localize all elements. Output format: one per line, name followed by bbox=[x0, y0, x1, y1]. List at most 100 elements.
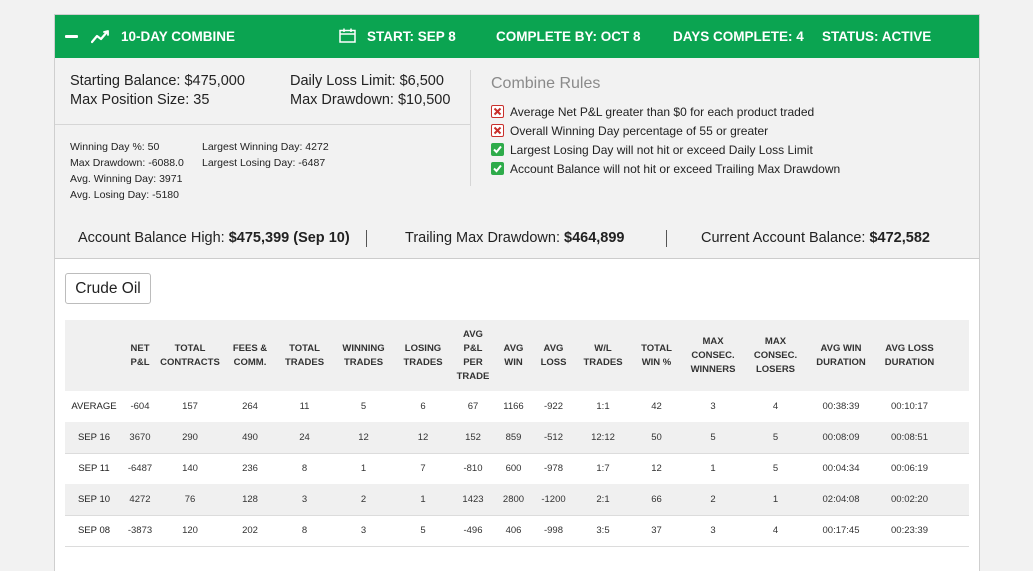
rule-text: Largest Losing Day will not hit or excee… bbox=[510, 143, 813, 157]
cell-wl-trades: 2:1 bbox=[596, 494, 610, 505]
column-header-text: TOTAL bbox=[641, 342, 672, 354]
column-header-text: AVG bbox=[503, 342, 524, 354]
cell-total-win-pct: 50 bbox=[651, 432, 662, 443]
cell-fees-comm: 236 bbox=[242, 463, 258, 474]
cell-losing-trades: 12 bbox=[417, 432, 429, 443]
column-header-text: AVG WIN bbox=[820, 342, 862, 354]
divider bbox=[366, 230, 367, 247]
cell-winning-trades: 5 bbox=[360, 401, 367, 412]
cell-date: SEP 08 bbox=[77, 525, 111, 536]
column-header-text: CONSEC. bbox=[691, 349, 735, 361]
cell-wl-trades: 1:7 bbox=[596, 463, 610, 474]
cell-avg-loss: -978 bbox=[543, 463, 563, 474]
cell-total-contracts: 76 bbox=[184, 494, 196, 505]
cell-net-pl: -604 bbox=[130, 401, 150, 412]
column-header-text: AVG bbox=[543, 342, 564, 354]
column-header-text: P&L bbox=[130, 356, 150, 368]
cell-avg-loss: -998 bbox=[543, 525, 563, 536]
column-header-text: TRADES bbox=[284, 356, 325, 368]
check-icon bbox=[491, 162, 504, 175]
trend-chart-icon bbox=[91, 30, 109, 44]
winning-day-pct: Winning Day %: 50 bbox=[70, 141, 160, 153]
table-row: SEP 11 -6487 140 236 8 1 7 -810 600 -978 1:7 12 1 5 00… bbox=[65, 453, 969, 485]
cell-avg-loss: -922 bbox=[543, 401, 563, 412]
rule-item: Average Net P&L greater than $0 for each… bbox=[491, 105, 814, 119]
column-header-total-trades: TOTAL TRADES bbox=[277, 320, 332, 391]
cell-net-pl: 4272 bbox=[129, 494, 151, 505]
cell-wl-trades: 1:1 bbox=[596, 401, 610, 412]
fail-x-icon bbox=[491, 124, 504, 137]
trailing-value: $464,899 bbox=[564, 230, 625, 246]
combine-title: 10-DAY COMBINE bbox=[121, 29, 236, 44]
column-header-text: LOSERS bbox=[755, 363, 796, 375]
cell-avg-win: 859 bbox=[505, 432, 522, 443]
column-header-text: MAX bbox=[764, 335, 787, 347]
cell-date: SEP 10 bbox=[77, 494, 111, 505]
daily-loss-limit: Daily Loss Limit: $6,500 bbox=[290, 73, 444, 89]
column-header-text: FEES & bbox=[232, 342, 268, 354]
max-position-size: Max Position Size: 35 bbox=[70, 92, 210, 108]
column-header-text: TRADES bbox=[343, 356, 384, 368]
cell-max-consec-losers: 4 bbox=[772, 401, 779, 412]
column-header-avg-win-duration: AVG WIN DURATION bbox=[807, 320, 875, 391]
combine-rules-title: Combine Rules bbox=[491, 75, 601, 92]
cell-date: AVERAGE bbox=[71, 401, 117, 412]
cell-avg-win-duration: 00:04:34 bbox=[822, 463, 860, 474]
largest-losing-day: Largest Losing Day: -6487 bbox=[202, 157, 326, 169]
cell-losing-trades: 1 bbox=[420, 494, 426, 505]
cell-total-win-pct: 42 bbox=[651, 401, 662, 412]
rule-text: Average Net P&L greater than $0 for each… bbox=[510, 105, 815, 119]
cell-avg-win-duration: 00:38:39 bbox=[822, 401, 860, 412]
collapse-icon[interactable] bbox=[65, 35, 78, 38]
column-header-net-pl: NET P&L bbox=[123, 320, 157, 391]
table-row: AVERAGE -604 157 264 11 5 6 67 1166 -922 1:1 42 3 4 00… bbox=[65, 391, 969, 423]
column-header-avg-pl-per-trade: AVG P&L PER TRADE bbox=[451, 320, 495, 391]
trailing-label: Trailing Max Drawdown: bbox=[405, 230, 565, 246]
cell-avg-loss-duration: 00:10:17 bbox=[891, 401, 928, 412]
days-complete: DAYS COMPLETE: 4 bbox=[673, 29, 804, 44]
column-header-text: TOTAL bbox=[289, 342, 320, 354]
cell-total-contracts: 290 bbox=[182, 432, 198, 443]
cell-max-consec-losers: 1 bbox=[772, 494, 779, 505]
max-drawdown-limit: Max Drawdown: $10,500 bbox=[290, 92, 451, 108]
table-row: SEP 10 4272 76 128 3 2 1 1423 2800 -1200 2:1 66 2 1 02… bbox=[65, 484, 969, 516]
column-header-text: TRADES bbox=[583, 356, 623, 368]
fail-x-icon bbox=[491, 105, 504, 118]
balance-bar: Account Balance High: $475,399 (Sep 10) … bbox=[55, 218, 979, 259]
column-header-text: TRADE bbox=[456, 370, 490, 382]
account-summary: Starting Balance: $475,000 Max Position … bbox=[55, 58, 470, 218]
cell-avg-win: 406 bbox=[505, 525, 522, 536]
cell-total-win-pct: 66 bbox=[651, 494, 662, 505]
divider bbox=[470, 70, 471, 186]
cell-date: SEP 11 bbox=[78, 463, 110, 474]
cell-total-trades: 8 bbox=[301, 525, 308, 536]
column-header-avg-loss-duration: AVG LOSS DURATION bbox=[875, 320, 944, 391]
cell-wl-trades: 3:5 bbox=[596, 525, 610, 536]
cell-max-consec-losers: 5 bbox=[772, 463, 779, 474]
product-tab-crude-oil[interactable]: Crude Oil bbox=[65, 273, 151, 304]
cell-date: SEP 16 bbox=[77, 432, 111, 443]
column-header-avg-win: AVG WIN bbox=[495, 320, 532, 391]
cell-total-trades: 8 bbox=[301, 463, 308, 474]
cell-avg-pl-per-trade: -810 bbox=[463, 463, 483, 474]
cell-avg-loss: -512 bbox=[543, 432, 563, 443]
rule-text: Account Balance will not hit or exceed T… bbox=[510, 162, 841, 176]
avg-winning-day: Avg. Winning Day: 3971 bbox=[70, 173, 183, 185]
current-account-balance: Current Account Balance: $472,582 bbox=[701, 218, 930, 258]
column-header-text: DURATION bbox=[816, 356, 866, 368]
trailing-max-drawdown: Trailing Max Drawdown: $464,899 bbox=[405, 218, 625, 258]
cell-avg-win: 2800 bbox=[502, 494, 525, 505]
cell-avg-pl-per-trade: 67 bbox=[467, 401, 479, 412]
cell-losing-trades: 5 bbox=[420, 525, 426, 536]
start-date: START: SEP 8 bbox=[367, 29, 456, 44]
cell-wl-trades: 12:12 bbox=[591, 432, 615, 443]
column-header-text: W/L bbox=[594, 342, 612, 354]
cell-avg-win-duration: 00:17:45 bbox=[822, 525, 860, 536]
combine-header: 10-DAY COMBINE START: SEP 8 COMPLETE BY:… bbox=[55, 15, 979, 59]
cell-net-pl: -3873 bbox=[127, 525, 153, 536]
cell-net-pl: -6487 bbox=[127, 463, 153, 474]
cell-max-consec-winners: 3 bbox=[710, 525, 716, 536]
complete-by-date: COMPLETE BY: OCT 8 bbox=[496, 29, 641, 44]
column-header-text: TOTAL bbox=[174, 342, 206, 354]
column-header-text: AVG LOSS bbox=[885, 342, 934, 354]
